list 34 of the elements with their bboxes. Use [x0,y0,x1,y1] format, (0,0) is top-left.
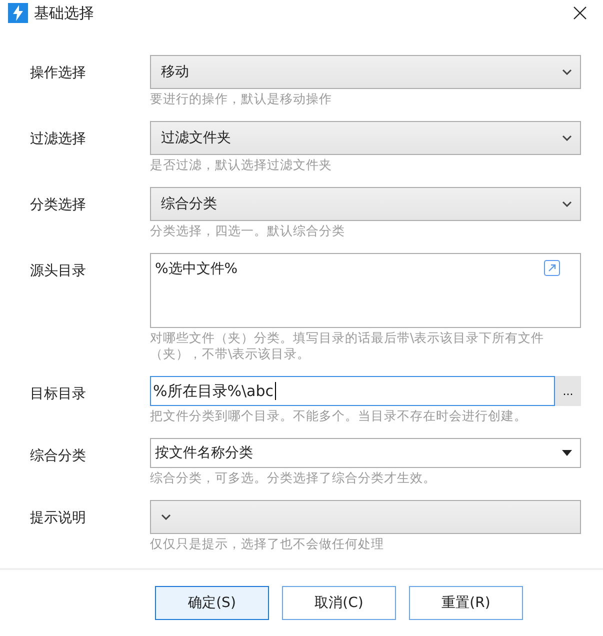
chevron-down-icon [562,69,572,75]
select-field[interactable]: 过滤文件夹 [150,121,581,155]
browse-button[interactable]: ... [555,376,581,406]
input-field[interactable]: %所在目录%\abc [150,376,555,406]
lightning-icon [8,3,28,23]
hint-text: 把文件分类到哪个目录。不能多个。当目录不存在时会进行创建。 [150,408,528,424]
expand-icon[interactable] [544,260,560,276]
select-field[interactable]: 移动 [150,55,581,89]
dialog-button[interactable]: 取消(C) [282,586,396,620]
chevron-down-icon [562,201,572,207]
select-field[interactable]: 综合分类 [150,187,581,221]
window-title: 基础选择 [34,4,95,22]
dropdown-field[interactable]: 按文件名称分类 [150,438,581,468]
chevron-down-icon [562,135,572,141]
hint-text: 分类选择，四选一。默认综合分类 [150,223,346,239]
chevron-down-icon [161,514,171,520]
field-label: 目标目录 [30,385,87,404]
hint-text: 对哪些文件（夹）分类。填写目录的话最后带\表示该目录下所有文件（夹），不带\表示该目录。 [150,330,546,362]
hint-text: 综合分类，可多选。分类选择了综合分类才生效。 [150,470,437,486]
close-icon[interactable] [573,6,587,20]
dialog-button[interactable]: 确定(S) [155,586,269,620]
caret-down-icon [562,450,572,456]
text-area[interactable]: %选中文件% [150,253,581,328]
hint-text: 仅仅只是提示，选择了也不会做任何处理 [150,536,385,552]
hint-text: 是否过滤，默认选择过滤文件夹 [150,157,333,173]
field-label: 源头目录 [30,262,87,281]
hint-text: 要进行的操作，默认是移动操作 [150,91,333,107]
dialog-button[interactable]: 重置(R) [409,586,523,620]
select-field[interactable] [150,500,581,534]
field-label: 提示说明 [30,509,87,528]
field-label: 综合分类 [30,447,87,466]
field-label: 过滤选择 [30,130,87,149]
field-label: 操作选择 [30,64,87,83]
field-label: 分类选择 [30,196,87,215]
